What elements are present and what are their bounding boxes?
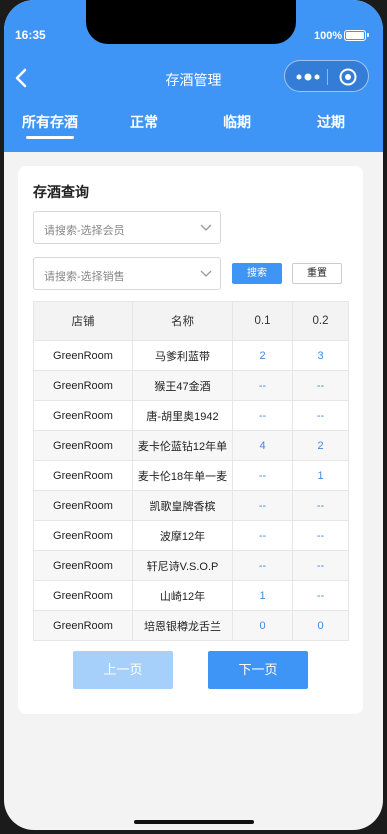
chevron-down-icon [200,224,212,231]
qty-cell: 0 [232,610,293,641]
table-row[interactable]: GreenRoom 培恩银樽龙舌兰 0 0 [33,610,349,641]
table-row[interactable]: GreenRoom 唐-胡里奥1942 -- -- [33,400,349,431]
qty-cell: -- [232,520,293,551]
status-time: 16:35 [15,28,46,42]
name-cell: 轩尼诗V.S.O.P [132,550,233,581]
battery-percentage: 100% [314,30,343,42]
column-header-store: 店铺 [33,301,133,341]
store-cell: GreenRoom [33,490,133,521]
chevron-down-icon [200,270,212,277]
qty-cell: 2 [292,430,349,461]
mini-program-capsule [284,60,369,92]
qty-cell: -- [292,490,349,521]
store-cell: GreenRoom [33,610,133,641]
qty-cell: 1 [292,460,349,491]
battery-icon [344,30,369,41]
name-cell: 培恩银樽龙舌兰 [132,610,233,641]
name-cell: 马爹利蓝带 [132,340,233,371]
name-cell: 凯歌皇牌香槟 [132,490,233,521]
tab-normal[interactable]: 正常 [104,112,184,132]
next-page-button[interactable]: 下一页 [208,651,308,689]
member-select[interactable]: 请搜索-选择会员 [33,211,221,244]
name-cell: 麦卡伦18年单一麦 [132,460,233,491]
name-cell: 唐-胡里奥1942 [132,400,233,431]
table-row[interactable]: GreenRoom 波摩12年 -- -- [33,520,349,551]
column-header-0-1: 0.1 [232,301,293,341]
close-target-icon[interactable] [338,67,358,87]
sales-select[interactable]: 请搜索-选择销售 [33,257,221,290]
store-cell: GreenRoom [33,370,133,401]
qty-cell: 2 [232,340,293,371]
device-notch [86,0,296,44]
qty-cell: -- [292,370,349,401]
store-cell: GreenRoom [33,430,133,461]
reset-button[interactable]: 重置 [292,263,342,284]
query-card: 存酒查询 请搜索-选择会员 请搜索-选择销售 搜索 重置 店铺 名称 0.1 0… [18,166,363,714]
store-cell: GreenRoom [33,460,133,491]
table-row[interactable]: GreenRoom 马爹利蓝带 2 3 [33,340,349,371]
column-header-0-2: 0.2 [292,301,349,341]
table-row[interactable]: GreenRoom 麦卡伦蓝钻12年单 4 2 [33,430,349,461]
qty-cell: -- [292,520,349,551]
phone-screen: 16:35 100% 存酒管理 所有存酒 正常 临期 过期 存酒查询 请搜索-选… [4,0,383,830]
member-select-placeholder: 请搜索-选择会员 [44,225,125,237]
store-cell: GreenRoom [33,550,133,581]
name-cell: 麦卡伦蓝钻12年单 [132,430,233,461]
table-row[interactable]: GreenRoom 麦卡伦18年单一麦 -- 1 [33,460,349,491]
prev-page-button[interactable]: 上一页 [73,651,173,689]
qty-cell: 0 [292,610,349,641]
store-cell: GreenRoom [33,340,133,371]
qty-cell: -- [232,370,293,401]
qty-cell: -- [232,460,293,491]
qty-cell: -- [232,550,293,581]
store-cell: GreenRoom [33,400,133,431]
table-row[interactable]: GreenRoom 山崎12年 1 -- [33,580,349,611]
qty-cell: -- [292,550,349,581]
table-row[interactable]: GreenRoom 猴王47金酒 -- -- [33,370,349,401]
qty-cell: -- [232,400,293,431]
wine-storage-table: 店铺 名称 0.1 0.2 GreenRoom 马爹利蓝带 2 3 GreenR… [33,301,349,641]
tab-expiring[interactable]: 临期 [197,112,277,132]
tab-all[interactable]: 所有存酒 [10,112,90,139]
search-button[interactable]: 搜索 [232,263,282,284]
name-cell: 山崎12年 [132,580,233,611]
home-indicator [134,820,254,824]
sales-select-placeholder: 请搜索-选择销售 [44,271,125,283]
qty-cell: -- [232,490,293,521]
qty-cell: -- [292,580,349,611]
qty-cell: -- [292,400,349,431]
qty-cell: 1 [232,580,293,611]
qty-cell: 4 [232,430,293,461]
tab-expired[interactable]: 过期 [291,112,371,132]
table-row[interactable]: GreenRoom 凯歌皇牌香槟 -- -- [33,490,349,521]
column-header-name: 名称 [132,301,233,341]
table-row[interactable]: GreenRoom 轩尼诗V.S.O.P -- -- [33,550,349,581]
qty-cell: 3 [292,340,349,371]
store-cell: GreenRoom [33,520,133,551]
more-dots-icon[interactable] [295,68,321,86]
name-cell: 猴王47金酒 [132,370,233,401]
store-cell: GreenRoom [33,580,133,611]
status-tabs: 所有存酒 正常 临期 过期 [4,112,383,142]
name-cell: 波摩12年 [132,520,233,551]
card-title: 存酒查询 [33,184,89,200]
